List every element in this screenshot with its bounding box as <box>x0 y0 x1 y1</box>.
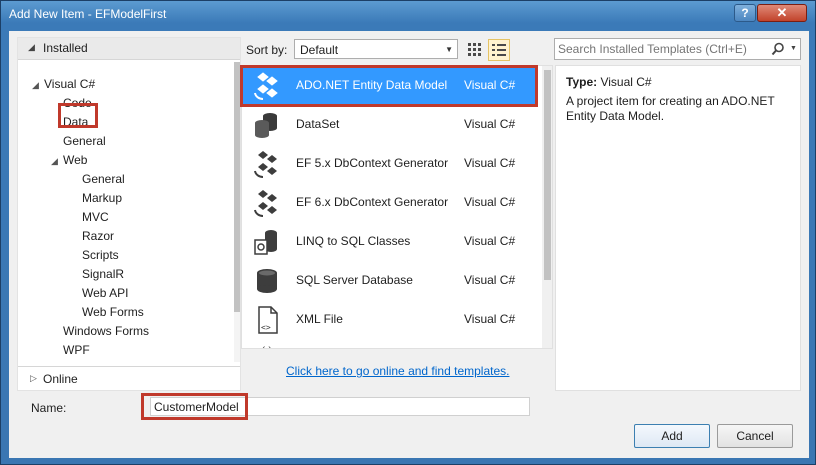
template-name: EF 6.x DbContext Generator <box>296 195 449 209</box>
template-name: SQL Server Database <box>296 273 413 287</box>
online-templates-link[interactable]: Click here to go online and find templat… <box>286 364 509 378</box>
annotation-box-entity-model <box>240 65 538 107</box>
tree-item-mvc[interactable]: MVC <box>82 210 109 224</box>
template-item-linq-to-sql-classes[interactable]: LINQ to SQL Classes Visual C# <box>242 222 538 261</box>
grid-view-button[interactable] <box>464 39 484 59</box>
template-language: Visual C# <box>464 195 516 209</box>
template-list: ADO.NET Entity Data Model Visual C# Data… <box>241 65 553 349</box>
template-language: Visual C# <box>464 273 516 287</box>
installed-label: Installed <box>43 41 88 55</box>
template-name: LINQ to SQL Classes <box>296 234 411 248</box>
template-list-scrollbar[interactable] <box>542 66 552 348</box>
tree-scrollbar[interactable] <box>234 62 240 362</box>
template-item-xml-file[interactable]: <> XML File Visual C# <box>242 300 538 339</box>
template-language: Visual C# <box>464 117 516 131</box>
template-language: Visual C# <box>464 156 516 170</box>
template-language: Visual C# <box>464 312 516 326</box>
tree-item-web[interactable]: Web <box>63 153 87 167</box>
template-name: EF 5.x DbContext Generator <box>296 156 449 170</box>
search-icon[interactable] <box>771 42 785 56</box>
dataset-icon <box>255 113 277 138</box>
sort-by-label: Sort by: <box>246 43 288 57</box>
tree-item-razor[interactable]: Razor <box>82 229 114 243</box>
search-input[interactable] <box>558 41 763 57</box>
tree-item-signalr[interactable]: SignalR <box>82 267 124 281</box>
xml-file-icon: <> <box>258 306 278 334</box>
database-icon <box>257 269 277 293</box>
tree-item-visual-csharp[interactable]: Visual C# <box>44 77 95 91</box>
annotation-box-data <box>58 103 98 128</box>
template-language: Visual C# <box>464 234 516 248</box>
window-title: Add New Item - EFModelFirst <box>9 7 167 21</box>
online-link-area: Click here to go online and find templat… <box>241 349 553 391</box>
search-options-arrow-icon[interactable]: ▼ <box>790 45 797 52</box>
dropdown-arrow-icon: ▼ <box>445 45 453 54</box>
template-item-sql-server-database[interactable]: SQL Server Database Visual C# <box>242 261 538 300</box>
expanded-triangle-icon[interactable]: ◢ <box>51 156 58 167</box>
template-item-ef5-dbcontext-generator[interactable]: EF 5.x DbContext Generator Visual C# <box>242 144 538 183</box>
category-tree: ◢ Installed ◢ Visual C# Code Data Genera… <box>17 37 241 391</box>
tree-item-general[interactable]: General <box>63 134 106 148</box>
online-header[interactable]: ▷ Online <box>18 366 240 390</box>
dialog-window: Add New Item - EFModelFirst ? ✕ ◢ Instal… <box>0 0 816 465</box>
type-row: Type: Visual C# <box>566 75 652 89</box>
template-item-partial[interactable]: ‹ › <box>242 339 538 348</box>
installed-header[interactable]: ◢ Installed <box>18 38 240 60</box>
collapse-triangle-icon[interactable]: ◢ <box>28 42 35 53</box>
tree-item-web-api[interactable]: Web API <box>82 286 128 300</box>
expand-triangle-icon[interactable]: ▷ <box>30 373 37 384</box>
tree-item-windows-forms[interactable]: Windows Forms <box>63 324 149 338</box>
tree-item-web-forms[interactable]: Web Forms <box>82 305 144 319</box>
cancel-button[interactable]: Cancel <box>717 424 793 448</box>
sort-by-dropdown[interactable]: Default ▼ <box>294 39 458 59</box>
grid-view-icon <box>468 43 481 56</box>
template-name: DataSet <box>296 117 340 131</box>
type-key: Type: <box>566 75 598 89</box>
online-label: Online <box>43 372 78 386</box>
search-box[interactable]: ▼ <box>554 38 801 60</box>
close-button[interactable]: ✕ <box>757 4 807 22</box>
template-list-scrollbar-thumb[interactable] <box>544 70 551 280</box>
title-bar[interactable]: Add New Item - EFModelFirst ? ✕ <box>1 1 816 29</box>
template-description: A project item for creating an ADO.NET E… <box>566 94 775 123</box>
list-view-icon <box>492 44 506 56</box>
tree-item-markup[interactable]: Markup <box>82 191 122 205</box>
linq-to-sql-icon <box>254 230 277 255</box>
type-value: Visual C# <box>600 75 652 89</box>
add-button[interactable]: Add <box>634 424 710 448</box>
name-label: Name: <box>31 401 67 415</box>
annotation-box-name <box>141 393 248 420</box>
template-name: XML File <box>296 312 343 326</box>
sort-by-value: Default <box>300 43 339 57</box>
expanded-triangle-icon[interactable]: ◢ <box>32 80 39 91</box>
template-item-ef6-dbcontext-generator[interactable]: EF 6.x DbContext Generator Visual C# <box>242 183 538 222</box>
help-button[interactable]: ? <box>734 4 756 22</box>
details-pane: Type: Visual C# A project item for creat… <box>555 65 801 391</box>
svg-text:<>: <> <box>261 323 271 332</box>
tree-item-scripts[interactable]: Scripts <box>82 248 119 262</box>
template-item-dataset[interactable]: DataSet Visual C# <box>242 105 538 144</box>
ef-generator-icon <box>254 190 277 218</box>
tree-item-wpf[interactable]: WPF <box>63 343 90 357</box>
ef-generator-icon <box>254 151 277 179</box>
list-view-button[interactable] <box>488 39 510 61</box>
tree-item-web-general[interactable]: General <box>82 172 125 186</box>
